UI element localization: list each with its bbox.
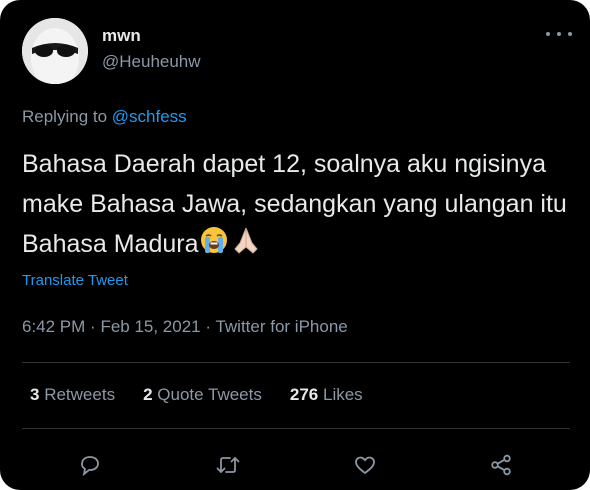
retweets-stat[interactable]: 3 Retweets	[30, 385, 115, 405]
tweet-text: Bahasa Daerah dapet 12, soalnya aku ngis…	[22, 144, 574, 267]
replying-to-link[interactable]: @schfess	[112, 107, 187, 126]
replying-to: Replying to @schfess	[22, 107, 187, 127]
separator-dot: ·	[90, 317, 101, 336]
reply-icon[interactable]	[70, 445, 110, 485]
likes-label: Likes	[322, 385, 363, 404]
quotes-count: 2	[143, 385, 153, 404]
likes-count: 276	[289, 385, 319, 404]
retweets-count: 3	[30, 385, 40, 404]
crying-face-icon	[199, 225, 229, 267]
divider	[22, 428, 570, 429]
retweet-icon[interactable]	[208, 445, 248, 485]
tweet-date[interactable]: Feb 15, 2021	[100, 317, 200, 336]
tweet-time[interactable]: 6:42 PM	[22, 317, 85, 336]
avatar[interactable]	[22, 18, 88, 84]
separator-dot: ·	[205, 317, 216, 336]
tweet-body: Bahasa Daerah dapet 12, soalnya aku ngis…	[22, 150, 567, 258]
share-icon[interactable]	[481, 445, 521, 485]
replying-prefix: Replying to	[22, 107, 108, 126]
author-name[interactable]: mwn	[102, 26, 141, 46]
tweet-metadata: 6:42 PM · Feb 15, 2021 · Twitter for iPh…	[22, 317, 348, 337]
quote-tweets-stat[interactable]: 2 Quote Tweets	[143, 385, 262, 405]
action-bar	[0, 445, 590, 485]
translate-tweet-link[interactable]: Translate Tweet	[22, 272, 128, 289]
likes-stat[interactable]: 276 Likes	[290, 385, 363, 405]
retweets-label: Retweets	[44, 385, 116, 404]
author-handle[interactable]: @Heuheuhw	[102, 52, 201, 72]
tweet-source[interactable]: Twitter for iPhone	[215, 317, 347, 336]
folded-hands-icon	[229, 225, 263, 267]
quotes-label: Quote Tweets	[157, 385, 262, 404]
divider	[22, 362, 570, 363]
engagement-stats: 3 Retweets 2 Quote Tweets 276 Likes	[30, 385, 363, 405]
tweet-card: mwn @Heuheuhw Replying to @schfess Bahas…	[0, 0, 590, 490]
more-options-icon[interactable]	[546, 24, 572, 44]
like-icon[interactable]	[345, 445, 385, 485]
